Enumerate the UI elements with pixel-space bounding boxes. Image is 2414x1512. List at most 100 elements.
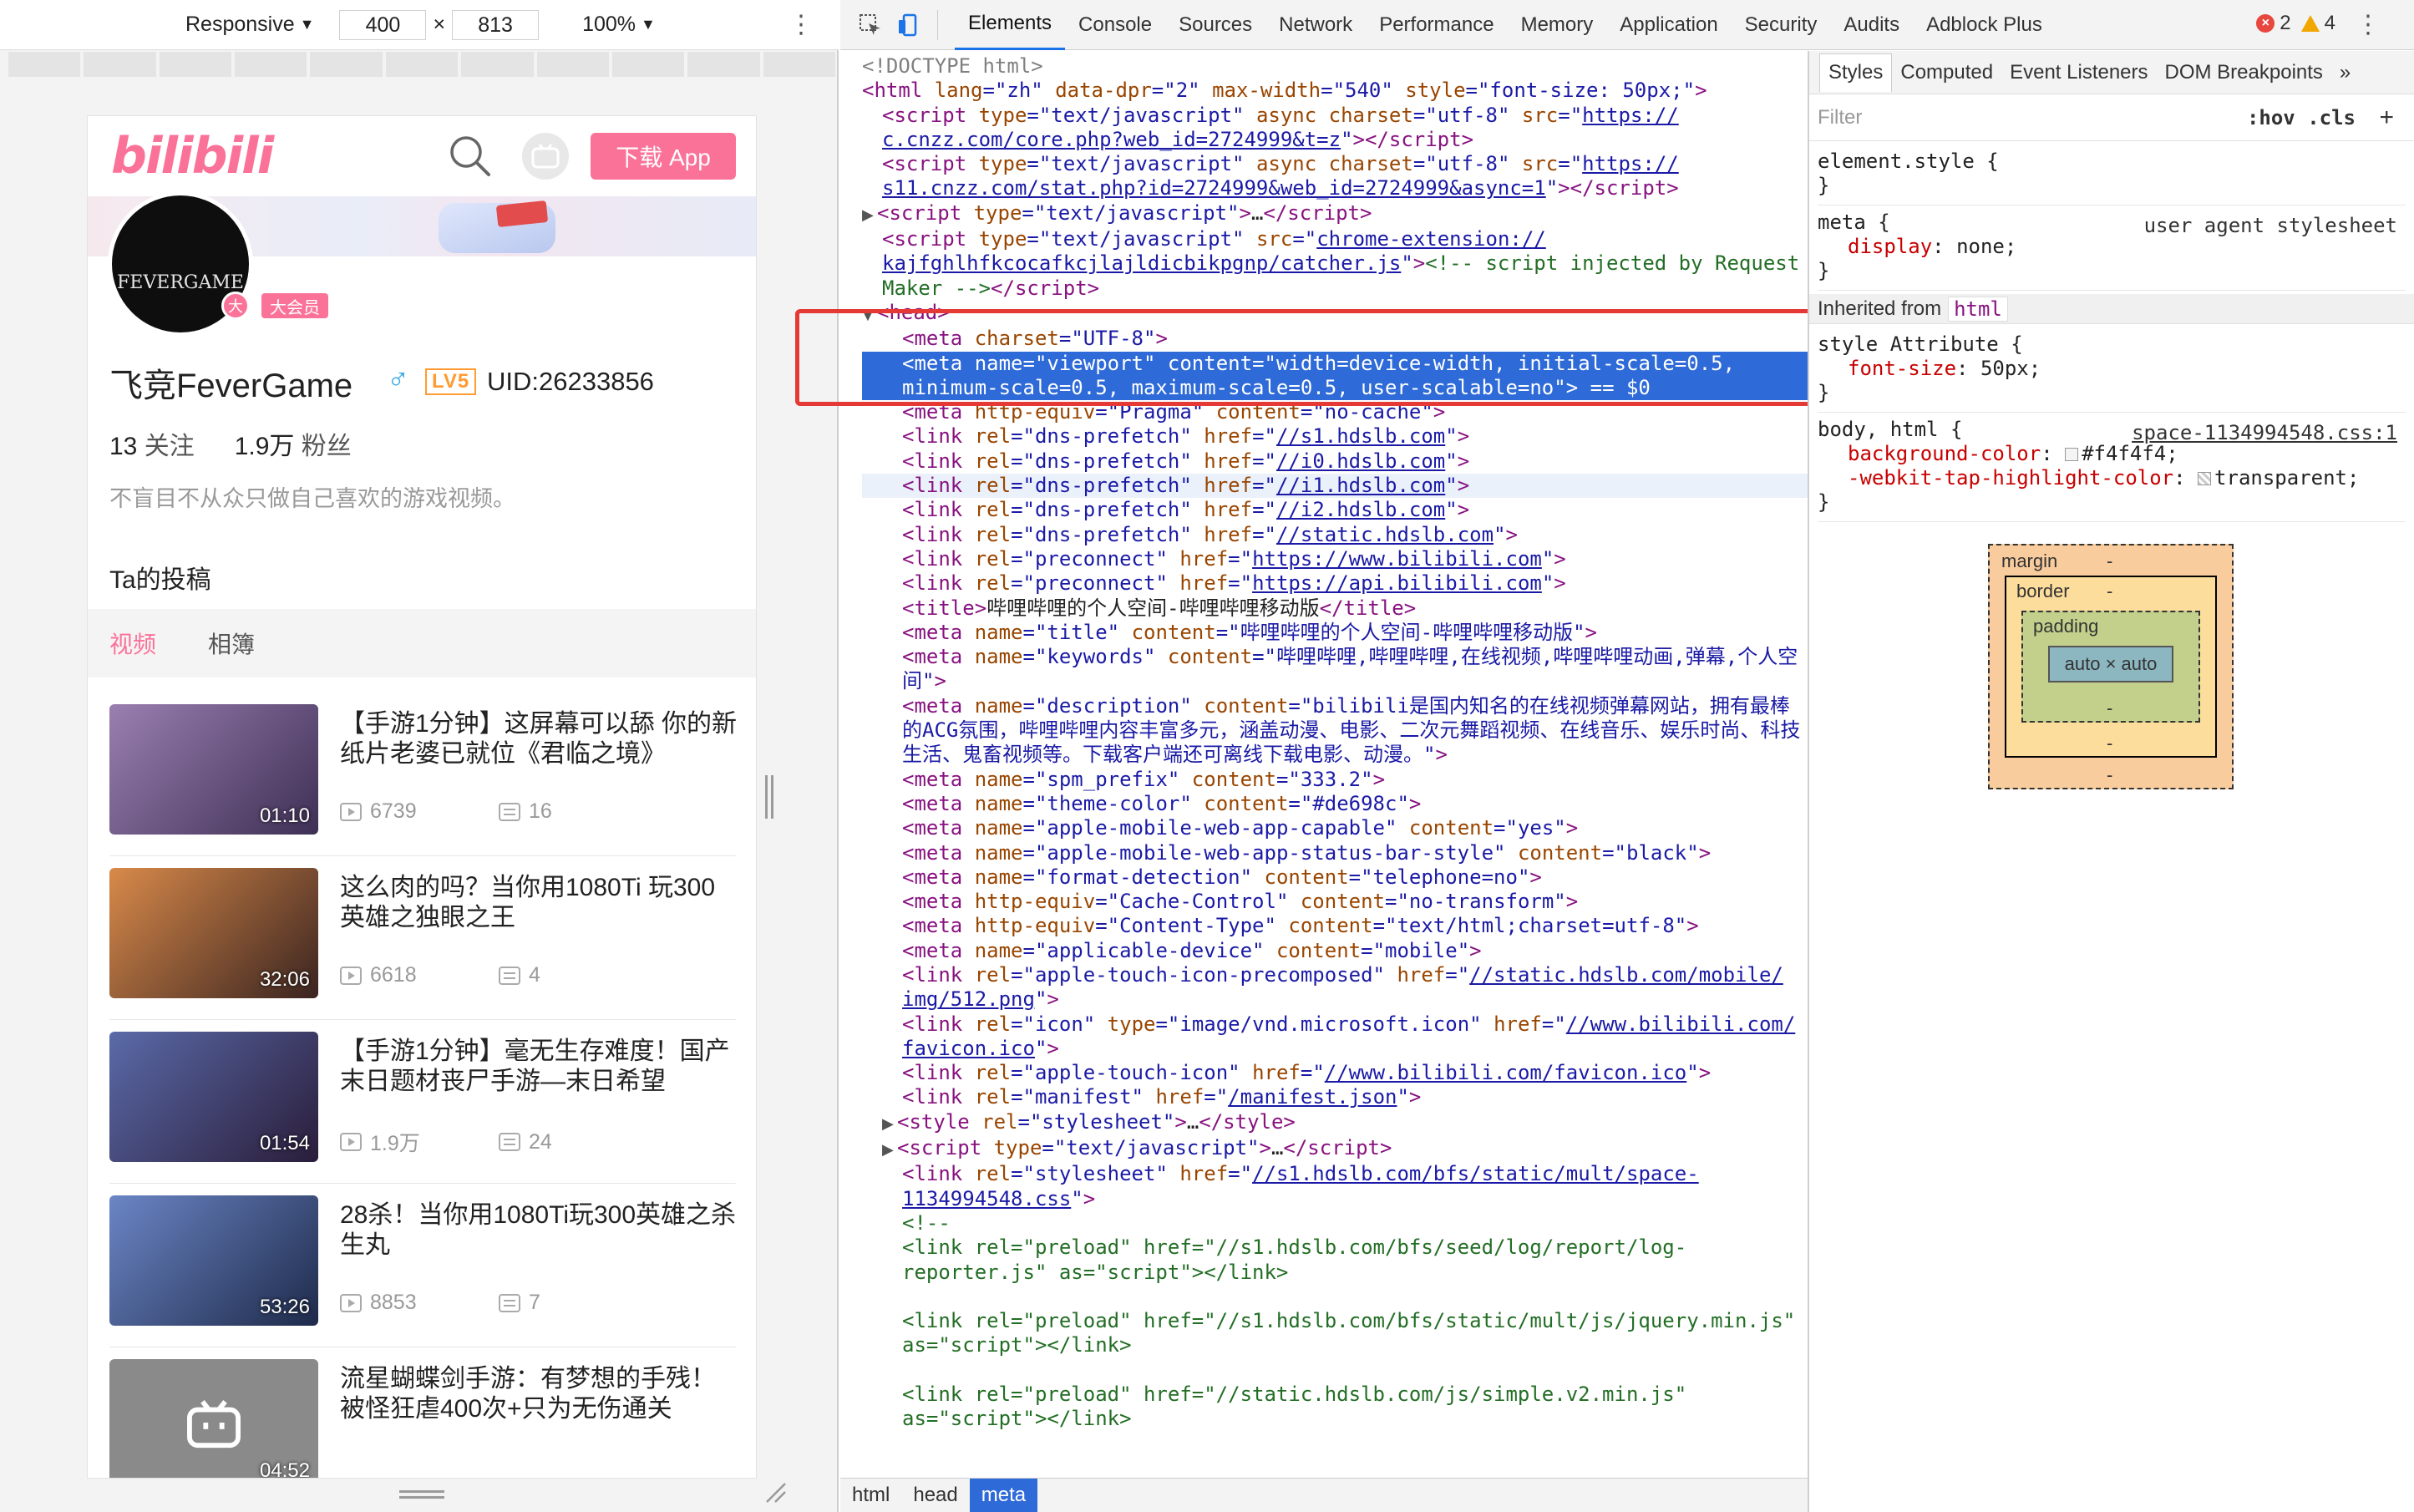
video-title[interactable]: 【手游1分钟】毫无生存难度！国产末日题材丧尸手游—末日希望 — [340, 1037, 738, 1097]
dom-node[interactable]: <link rel="preload" href="//s1.hdslb.com… — [862, 1309, 1808, 1333]
dom-node[interactable]: ▶ <script type="text/javascript">…</scrip… — [862, 1136, 1808, 1162]
meta-ua-rule[interactable]: meta { user agent stylesheet display: no… — [1818, 205, 2406, 291]
box-model-content[interactable]: auto × auto — [2048, 646, 2173, 682]
tab-audits[interactable]: Audits — [1830, 0, 1913, 50]
width-input[interactable]: 400 — [339, 9, 427, 40]
video-thumbnail[interactable]: 04:52 — [109, 1359, 318, 1478]
styles-filter-input[interactable]: Filter :hov .cls + — [1809, 94, 2414, 141]
following-stat[interactable]: 13 关注 — [109, 425, 195, 462]
tab-adblock-plus[interactable]: Adblock Plus — [1913, 0, 2056, 50]
tab-performance[interactable]: Performance — [1366, 0, 1507, 50]
tab-memory[interactable]: Memory — [1508, 0, 1607, 50]
video-title[interactable]: 这么肉的吗？当你用1080Ti 玩300英雄之独眼之王 — [340, 873, 738, 933]
tab-elements[interactable]: Elements — [955, 0, 1066, 50]
video-title[interactable]: 流星蝴蝶剑手游：有梦想的手残！被怪狂虐400次+只为无伤通关 — [340, 1364, 738, 1424]
resize-handle-right[interactable] — [765, 775, 773, 819]
tab-sources[interactable]: Sources — [1165, 0, 1265, 50]
video-item[interactable]: 01:10 【手游1分钟】这屏幕可以舔 你的新纸片老婆已就位《君临之境》 673… — [109, 693, 737, 856]
device-toolbar-icon[interactable] — [897, 13, 920, 37]
breadcrumb-meta[interactable]: meta — [969, 1478, 1038, 1512]
video-item[interactable]: 04:52 流星蝴蝶剑手游：有梦想的手残！被怪狂虐400次+只为无伤通关 — [109, 1347, 738, 1478]
dom-node[interactable]: <link rel="dns-prefetch" href="//i0.hdsl… — [862, 449, 1808, 474]
dom-node[interactable]: <meta http-equiv="Content-Type" content=… — [862, 914, 1808, 938]
tab-videos[interactable]: 视频 — [109, 627, 156, 660]
dom-node[interactable]: ▶ <style rel="stylesheet">…</style> — [862, 1110, 1808, 1136]
dom-node[interactable]: <link rel="dns-prefetch" href="//static.… — [862, 523, 1808, 547]
bilibili-logo[interactable]: bilibili — [111, 127, 274, 185]
issue-counter[interactable]: × 2 4 — [2256, 12, 2335, 35]
dom-node-selected[interactable]: minimum-scale=0.5, maximum-scale=0.5, us… — [862, 375, 1808, 401]
dom-node[interactable]: <meta http-equiv="Pragma" content="no-ca… — [862, 400, 1808, 424]
dom-node[interactable]: <meta charset="UTF-8"> — [862, 327, 1808, 351]
dom-node[interactable] — [862, 1358, 1808, 1383]
breadcrumb-head[interactable]: head — [901, 1479, 969, 1512]
tab-styles[interactable]: Styles — [1819, 53, 1893, 92]
device-mode-dropdown[interactable]: Responsive ▼ — [185, 13, 314, 37]
css-property[interactable]: display — [1818, 235, 1932, 258]
dom-node[interactable]: <script type="text/javascript" async cha… — [862, 104, 1808, 128]
dom-node[interactable]: Maker --></script> — [862, 277, 1808, 301]
collapse-triangle-icon[interactable]: ▼ — [862, 302, 877, 327]
dom-node[interactable]: <link rel="preload" href="//s1.hdslb.com… — [862, 1235, 1808, 1260]
expand-triangle-icon[interactable]: ▶ — [882, 1112, 897, 1136]
dom-node[interactable]: <meta http-equiv="Cache-Control" content… — [862, 890, 1808, 914]
dom-node[interactable]: <script type="text/javascript" src="chro… — [862, 227, 1808, 251]
dom-node[interactable]: <meta name="keywords" content="哔哩哔哩,哔哩哔哩… — [862, 645, 1808, 669]
video-item[interactable]: 32:06 这么肉的吗？当你用1080Ti 玩300英雄之独眼之王 6618 4 — [109, 856, 736, 1020]
zoom-dropdown[interactable]: 100% ▼ — [582, 13, 656, 37]
media-query-ruler[interactable] — [8, 52, 835, 77]
dom-node[interactable]: <link rel="preconnect" href="https://api… — [862, 571, 1808, 596]
dom-node[interactable]: <meta name="description" content="bilibi… — [862, 694, 1808, 718]
css-value[interactable]: transparent; — [2214, 466, 2359, 490]
style-attribute-rule[interactable]: style Attribute { font-size: 50px; } — [1818, 327, 2406, 413]
dom-node-selected[interactable]: …<meta name="viewport" content="width=de… — [862, 351, 1808, 376]
dom-node[interactable]: <meta name="apple-mobile-web-app-capable… — [862, 816, 1808, 840]
expand-triangle-icon[interactable]: ▶ — [882, 1138, 897, 1162]
inherited-element-link[interactable]: html — [1948, 296, 2008, 322]
tab-event-listeners[interactable]: Event Listeners — [2001, 51, 2156, 94]
more-options-icon[interactable]: ⋮ — [2356, 10, 2381, 39]
css-property[interactable]: background-color — [1818, 442, 2041, 465]
css-value[interactable]: 50px; — [1980, 357, 2041, 380]
element-style-rule[interactable]: element.style { } — [1818, 145, 2406, 205]
tab-network[interactable]: Network — [1265, 0, 1366, 50]
dom-node[interactable]: 的ACG氛围，哔哩哔哩内容丰富多元，涵盖动漫、电影、二次元舞蹈视频、在线音乐、娱… — [862, 718, 1808, 743]
tab-console[interactable]: Console — [1065, 0, 1165, 50]
dom-node[interactable]: <link rel="dns-prefetch" href="//s1.hdsl… — [862, 424, 1808, 449]
tab-dom-breakpoints[interactable]: DOM Breakpoints — [2157, 51, 2331, 94]
dom-node[interactable]: <link rel="stylesheet" href="//s1.hdslb.… — [862, 1162, 1808, 1186]
dom-node[interactable]: <link rel="preconnect" href="https://www… — [862, 547, 1808, 571]
dom-node[interactable]: <link rel="icon" type="image/vnd.microso… — [862, 1012, 1808, 1037]
dom-node[interactable]: favicon.ico"> — [862, 1037, 1808, 1061]
dom-node[interactable]: <meta name="apple-mobile-web-app-status-… — [862, 841, 1808, 865]
hov-cls-toggles[interactable]: :hov .cls — [2247, 106, 2356, 129]
dom-node[interactable]: reporter.js" as="script"></link> — [862, 1261, 1808, 1285]
css-property[interactable]: font-size — [1818, 357, 1956, 380]
video-title[interactable]: 28杀！当你用1080Ti玩300英雄之杀生丸 — [340, 1200, 738, 1261]
css-property[interactable]: -webkit-tap-highlight-color — [1818, 466, 2173, 490]
dom-node[interactable]: <meta name="title" content="哔哩哔哩的个人空间-哔哩… — [862, 621, 1808, 645]
height-input[interactable]: 813 — [452, 9, 540, 40]
resize-grip-icon[interactable] — [762, 1479, 787, 1504]
dom-node[interactable]: ▶ <script type="text/javascript">…</scrip… — [862, 201, 1808, 227]
dom-node[interactable]: kajfghlhfkcocafkcjlajldicbikpgnp/catcher… — [862, 251, 1808, 276]
dom-node[interactable]: <link rel="dns-prefetch" href="//i2.hdsl… — [862, 498, 1808, 522]
color-swatch[interactable] — [2065, 448, 2079, 461]
dom-node[interactable]: 生活、鬼畜视频等。下载客户端还可离线下载电影、动漫。"> — [862, 743, 1808, 767]
dom-node[interactable]: as="script"></link> — [862, 1407, 1808, 1431]
dom-node[interactable]: <title>哔哩哔哩的个人空间-哔哩哔哩移动版</title> — [862, 596, 1808, 621]
rule-source-link[interactable]: space-1134994548.css:1 — [2132, 421, 2397, 445]
color-swatch[interactable] — [2198, 472, 2212, 485]
video-thumbnail[interactable]: 01:10 — [109, 704, 318, 835]
download-app-button[interactable]: 下载 App — [591, 133, 736, 180]
fans-stat[interactable]: 1.9万 粉丝 — [235, 425, 352, 462]
video-thumbnail[interactable]: 53:26 — [109, 1195, 318, 1326]
video-thumbnail[interactable]: 32:06 — [109, 868, 318, 998]
dom-node[interactable]: ▼ <head> — [862, 301, 1808, 327]
dom-node[interactable]: img/512.png"> — [862, 987, 1808, 1012]
dom-node[interactable]: <meta name="format-detection" content="t… — [862, 865, 1808, 890]
tab-security[interactable]: Security — [1732, 0, 1831, 50]
video-item[interactable]: 01:54 【手游1分钟】毫无生存难度！国产末日题材丧尸手游—末日希望 1.9万… — [109, 1020, 736, 1184]
add-rule-icon[interactable]: + — [2379, 104, 2394, 132]
dom-node[interactable]: as="script"></link> — [862, 1333, 1808, 1357]
